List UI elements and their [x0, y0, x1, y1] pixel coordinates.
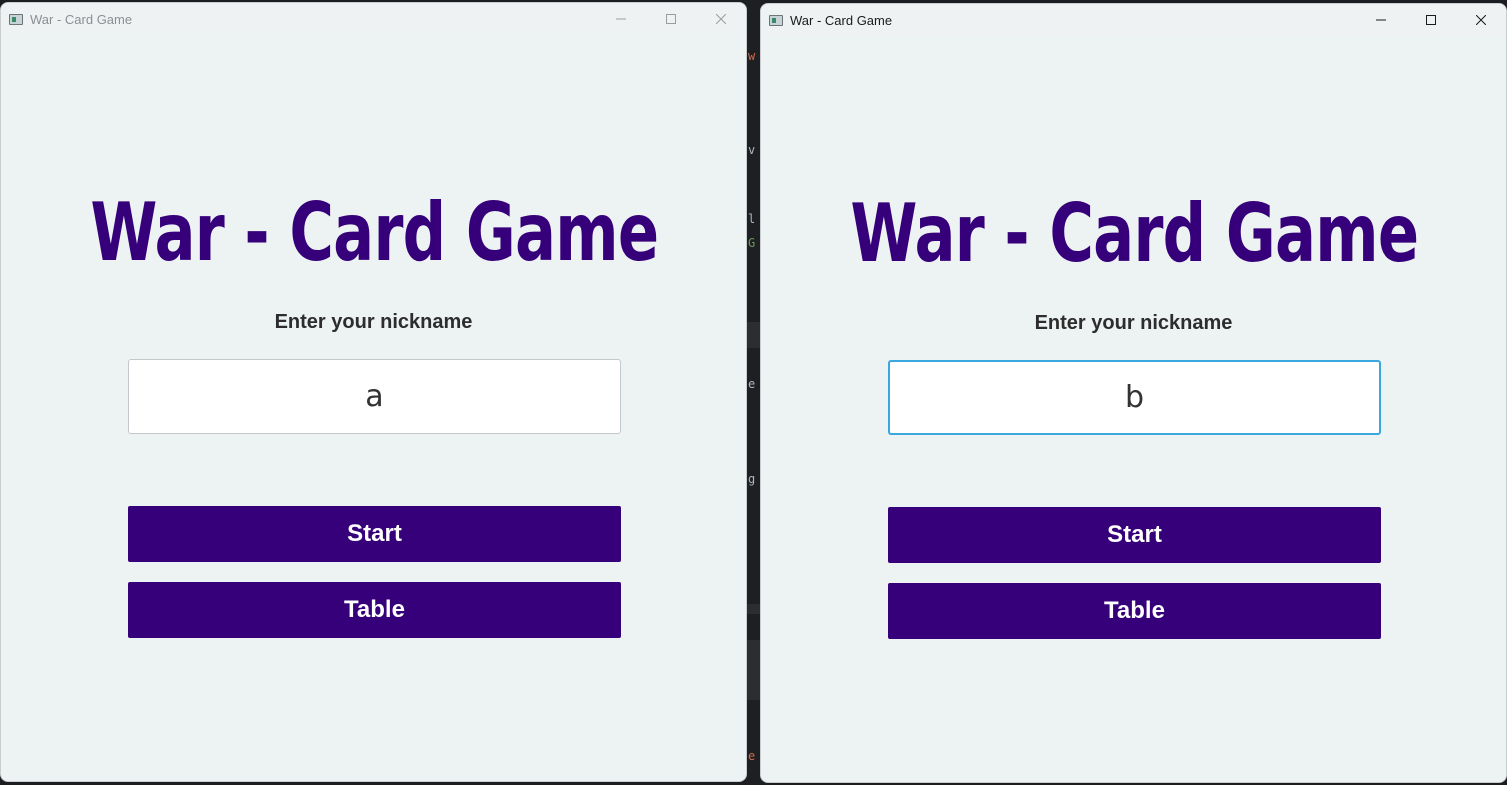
close-button[interactable] — [1456, 4, 1506, 36]
window-controls — [596, 3, 746, 35]
background-code-fragment: g — [748, 472, 756, 486]
background-code-fragment: w — [748, 49, 756, 63]
nickname-prompt: Enter your nickname — [1034, 312, 1233, 334]
game-heading: War - Card Game — [90, 186, 659, 279]
close-icon — [1476, 15, 1486, 25]
minimize-button[interactable] — [596, 3, 646, 35]
game-window-right: War - Card Game War - Card Game Enter yo… — [760, 3, 1507, 783]
minimize-icon — [1376, 19, 1386, 21]
background-code-fragment: v — [748, 143, 756, 157]
window-content: War - Card Game Enter your nickname Star… — [761, 36, 1506, 782]
nickname-input[interactable] — [888, 360, 1381, 435]
background-code-fragment: e — [748, 749, 756, 763]
table-button[interactable]: Table — [888, 583, 1381, 639]
game-heading: War - Card Game — [850, 187, 1419, 280]
background-code-fragment: e — [748, 377, 756, 391]
window-controls — [1356, 4, 1506, 36]
maximize-button[interactable] — [646, 3, 696, 35]
window-content: War - Card Game Enter your nickname Star… — [1, 35, 746, 781]
maximize-icon — [1426, 15, 1436, 25]
background-code-fragment: l — [748, 212, 756, 226]
window-title: War - Card Game — [30, 11, 133, 27]
app-window-icon — [769, 14, 783, 26]
game-window-left: War - Card Game War - Card Game Enter yo… — [0, 2, 747, 782]
table-button[interactable]: Table — [128, 582, 621, 638]
start-button[interactable]: Start — [888, 507, 1381, 563]
minimize-button[interactable] — [1356, 4, 1406, 36]
nickname-input[interactable] — [128, 359, 621, 434]
close-icon — [716, 14, 726, 24]
maximize-button[interactable] — [1406, 4, 1456, 36]
minimize-icon — [616, 18, 626, 20]
maximize-icon — [666, 14, 676, 24]
background-code-fragment: G — [748, 236, 756, 250]
close-button[interactable] — [696, 3, 746, 35]
window-title: War - Card Game — [790, 12, 893, 28]
app-window-icon — [9, 13, 23, 25]
title-bar[interactable]: War - Card Game — [1, 3, 746, 35]
nickname-prompt: Enter your nickname — [274, 311, 473, 333]
title-bar[interactable]: War - Card Game — [761, 4, 1506, 36]
start-button[interactable]: Start — [128, 506, 621, 562]
